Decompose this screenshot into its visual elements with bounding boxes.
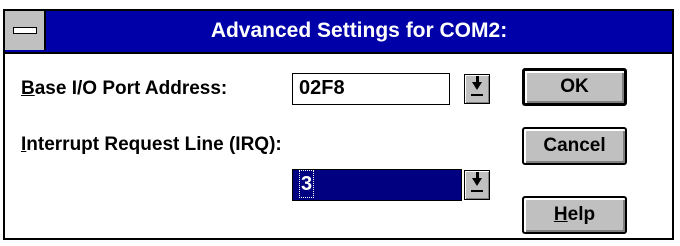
- base-io-dropdown-button[interactable]: [464, 74, 490, 104]
- help-button-accel: H: [553, 204, 568, 225]
- irq-label-rest: nterrupt Request Line (IRQ):: [26, 134, 282, 155]
- base-io-label-rest: ase I/O Port Address:: [34, 78, 228, 99]
- cancel-button[interactable]: Cancel: [522, 127, 627, 165]
- help-button-rest: elp: [567, 204, 596, 225]
- title-bar: Advanced Settings for COM2:: [5, 11, 672, 54]
- irq-value: 3: [299, 170, 315, 198]
- base-io-label: Base I/O Port Address:: [21, 78, 227, 100]
- advanced-settings-dialog: Advanced Settings for COM2: Base I/O Por…: [3, 9, 674, 240]
- irq-field[interactable]: 3: [292, 169, 462, 201]
- dropdown-arrow-icon: [472, 172, 482, 186]
- dialog-title: Advanced Settings for COM2:: [210, 19, 508, 42]
- base-io-field[interactable]: 02F8: [292, 73, 450, 105]
- dropdown-arrow-icon: [472, 76, 482, 90]
- irq-dropdown-button[interactable]: [464, 170, 490, 200]
- ok-button[interactable]: OK: [522, 68, 627, 106]
- help-button[interactable]: Help: [522, 196, 627, 234]
- irq-label: Interrupt Request Line (IRQ):: [21, 134, 282, 156]
- system-menu-icon[interactable]: [5, 11, 46, 50]
- base-io-label-accel: B: [21, 78, 35, 99]
